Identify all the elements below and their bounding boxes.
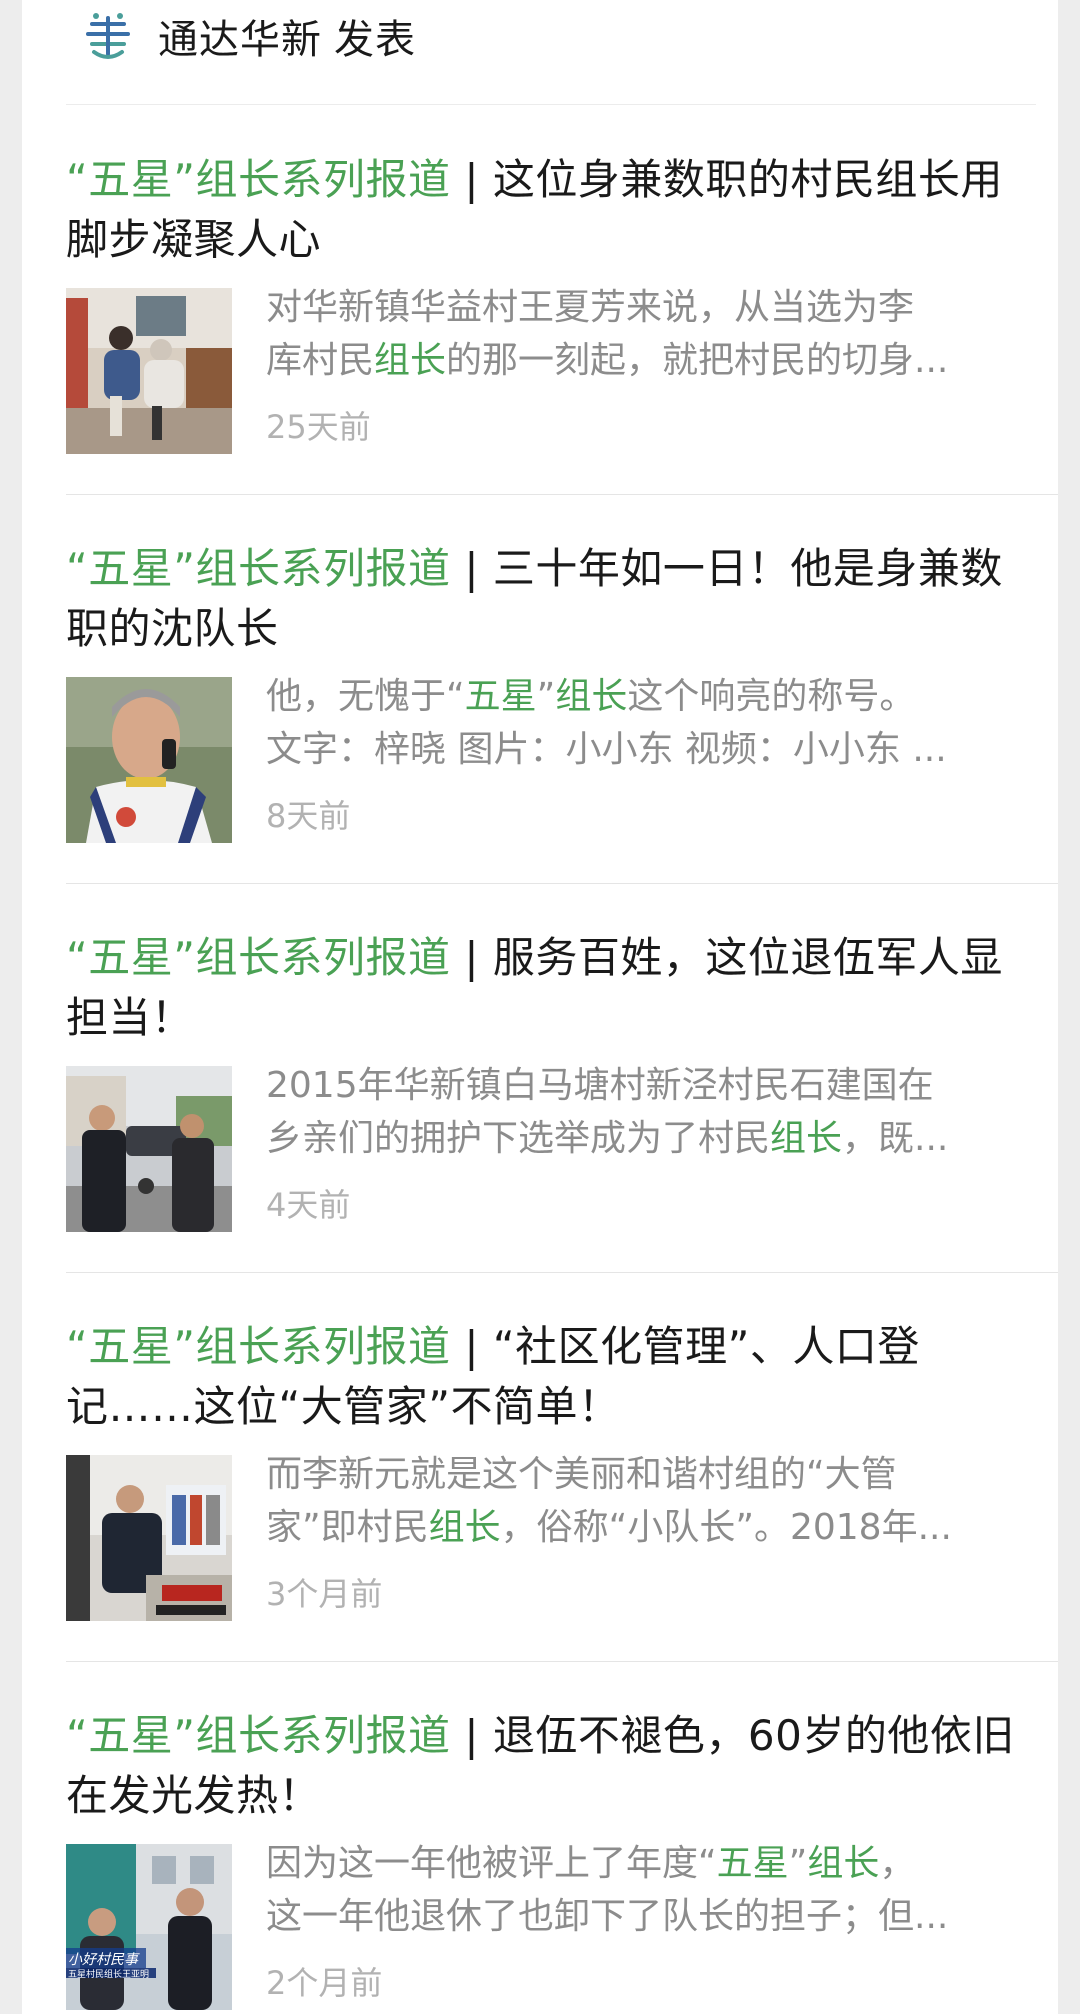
- publish-time: 4天前: [266, 1186, 351, 1224]
- summary-text: ”: [788, 1843, 808, 1884]
- article-title[interactable]: “五星”组长系列报道 | 三十年如一日！他是身兼数职的沈队长: [66, 539, 1026, 659]
- summary-line: 他，无愧于“五星”组长这个响亮的称号。: [266, 670, 1046, 723]
- summary-line: 因为这一年他被评上了年度“五星”组长，: [266, 1837, 1046, 1890]
- account-name[interactable]: 通达华新: [158, 17, 322, 63]
- article-summary: 2015年华新镇白马塘村新泾村民石建国在 乡亲们的拥护下选举成为了村民组长，既.…: [266, 1059, 1046, 1165]
- article-card[interactable]: “五星”组长系列报道 | 这位身兼数职的村民组长用脚步凝聚人心 对华新镇华益村王…: [66, 105, 1058, 495]
- article-summary: 对华新镇华益村王夏芳来说，从当选为李 库村民组长的那一刻起，就把村民的切身...: [266, 281, 1046, 387]
- title-close-quote: ”: [173, 155, 196, 204]
- thumbnail-photo-two-people-outdoor: 小好村民事 五星村民组长王亚明: [66, 1844, 232, 2010]
- article-thumbnail[interactable]: [66, 1455, 232, 1621]
- thumbnail-photo-street-handshake: [66, 1066, 232, 1232]
- article-title[interactable]: “五星”组长系列报道 | 这位身兼数职的村民组长用脚步凝聚人心: [66, 150, 1026, 270]
- title-wuxing: 五星: [88, 1711, 174, 1760]
- title-open-quote: “: [66, 1711, 89, 1760]
- summary-text: ，既...: [842, 1118, 949, 1159]
- summary-line: 对华新镇华益村王夏芳来说，从当选为李: [266, 287, 915, 328]
- publish-time: 8天前: [266, 797, 351, 835]
- article-thumbnail[interactable]: 小好村民事 五星村民组长王亚明: [66, 1844, 232, 2010]
- article-card[interactable]: “五星”组长系列报道 | 服务百姓，这位退伍军人显担当！ 2015年华新镇白马塘…: [66, 883, 1058, 1273]
- title-series: 组长系列报道: [195, 1711, 451, 1760]
- title-close-quote: ”: [173, 544, 196, 593]
- summary-text: 库村民: [266, 340, 375, 381]
- article-thumbnail[interactable]: [66, 677, 232, 843]
- title-series: 组长系列报道: [195, 1322, 451, 1371]
- summary-keyword: 组长: [807, 1843, 880, 1884]
- title-series: 组长系列报道: [195, 544, 451, 593]
- title-open-quote: “: [66, 1322, 89, 1371]
- summary-line: 文字：梓晓 图片：小小东 视频：小小东 ...: [266, 729, 947, 770]
- thumbnail-photo-office-desk: [66, 1455, 232, 1621]
- title-close-quote: ”: [173, 1322, 196, 1371]
- thumb-caption-top: 小好村民事: [68, 1952, 140, 1968]
- article-summary: 他，无愧于“五星”组长这个响亮的称号。 文字：梓晓 图片：小小东 视频：小小东 …: [266, 670, 1046, 776]
- article-summary: 而李新元就是这个美丽和谐村组的“大管 家”即村民组长，俗称“小队长”。2018年…: [266, 1448, 1046, 1554]
- title-open-quote: “: [66, 544, 89, 593]
- article-card[interactable]: “五星”组长系列报道 | 三十年如一日！他是身兼数职的沈队长 他，无愧于“五星”…: [66, 494, 1058, 884]
- article-title[interactable]: “五星”组长系列报道 | 服务百姓，这位退伍军人显担当！: [66, 928, 1026, 1048]
- title-open-quote: “: [66, 155, 89, 204]
- article-list-page: 通达华新发表 “五星”组长系列报道 | 这位身兼数职的村民组长用脚步凝聚人心: [22, 0, 1058, 2014]
- thumbnail-photo-man-on-phone: [66, 677, 232, 843]
- summary-keyword: 五星: [464, 676, 537, 717]
- article-title[interactable]: “五星”组长系列报道 | “社区化管理”、人口登记……这位“大管家”不简单！: [66, 1317, 1026, 1437]
- summary-keyword: 组长: [428, 1507, 501, 1548]
- article-thumbnail[interactable]: [66, 288, 232, 454]
- summary-text: 乡亲们的拥护下选举成为了村民: [266, 1118, 771, 1159]
- title-wuxing: 五星: [88, 155, 174, 204]
- title-close-quote: ”: [173, 933, 196, 982]
- summary-line: 家”即村民组长，俗称“小队长”。2018年...: [266, 1501, 1046, 1554]
- title-series: 组长系列报道: [195, 155, 451, 204]
- account-title: 通达华新 发表: [158, 7, 416, 65]
- summary-keyword: 五星: [716, 1843, 789, 1884]
- summary-line: 乡亲们的拥护下选举成为了村民组长，既...: [266, 1112, 1046, 1165]
- summary-line: 而李新元就是这个美丽和谐村组的“大管: [266, 1454, 897, 1495]
- summary-line: 库村民组长的那一刻起，就把村民的切身...: [266, 334, 1046, 387]
- publish-time: 2个月前: [266, 1964, 383, 2002]
- title-series: 组长系列报道: [195, 933, 451, 982]
- title-open-quote: “: [66, 933, 89, 982]
- title-wuxing: 五星: [88, 544, 174, 593]
- summary-keyword: 组长: [555, 676, 628, 717]
- publish-time: 3个月前: [266, 1575, 383, 1613]
- article-summary: 因为这一年他被评上了年度“五星”组长， 这一年他退休了也卸下了队长的担子；但..…: [266, 1837, 1046, 1943]
- account-header[interactable]: 通达华新 发表: [66, 0, 1036, 105]
- title-wuxing: 五星: [88, 933, 174, 982]
- publish-label: 发表: [334, 17, 416, 63]
- summary-text: 这个响亮的称号。: [627, 676, 916, 717]
- article-title[interactable]: “五星”组长系列报道 | 退伍不褪色，60岁的他依旧在发光发热！: [66, 1706, 1026, 1826]
- thumbnail-photo-indoor-elderly: [66, 288, 232, 454]
- summary-text: ，俗称“小队长”。2018年...: [500, 1507, 952, 1548]
- summary-keyword: 组长: [374, 340, 447, 381]
- summary-line: 2015年华新镇白马塘村新泾村民石建国在: [266, 1065, 934, 1106]
- summary-keyword: 组长: [770, 1118, 843, 1159]
- summary-text: 他，无愧于“: [266, 676, 465, 717]
- summary-text: 因为这一年他被评上了年度“: [266, 1843, 717, 1884]
- summary-text: 家”即村民: [266, 1507, 429, 1548]
- title-wuxing: 五星: [88, 1322, 174, 1371]
- summary-line: 这一年他退休了也卸下了队长的担子；但...: [266, 1896, 949, 1937]
- summary-text: ”: [536, 676, 556, 717]
- account-logo-icon: [86, 13, 130, 59]
- title-close-quote: ”: [173, 1711, 196, 1760]
- article-card[interactable]: “五星”组长系列报道 | 退伍不褪色，60岁的他依旧在发光发热！ 小好村民事 五…: [66, 1661, 1058, 2014]
- article-thumbnail[interactable]: [66, 1066, 232, 1232]
- publish-time: 25天前: [266, 408, 371, 446]
- thumb-caption-bottom: 五星村民组长王亚明: [68, 1968, 149, 1980]
- article-card[interactable]: “五星”组长系列报道 | “社区化管理”、人口登记……这位“大管家”不简单！ 而…: [66, 1272, 1058, 1662]
- summary-text: ，: [879, 1843, 916, 1884]
- summary-text: 的那一刻起，就把村民的切身...: [446, 340, 949, 381]
